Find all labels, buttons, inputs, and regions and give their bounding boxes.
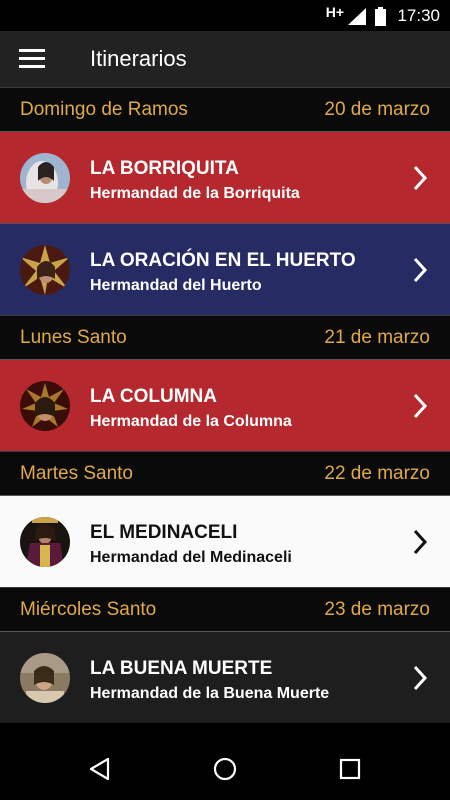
chevron-right-icon — [413, 665, 428, 691]
procession-avatar — [20, 517, 70, 567]
section-date: 20 de marzo — [324, 99, 430, 120]
battery-icon — [375, 7, 386, 26]
brotherhood-name: Hermandad de la Columna — [90, 413, 292, 430]
section-date: 22 de marzo — [324, 463, 430, 484]
chevron-right-icon — [413, 393, 428, 419]
procession-row-medinaceli[interactable]: EL MEDINACELI Hermandad del Medinaceli — [0, 495, 450, 587]
section-header: Domingo de Ramos 20 de marzo — [0, 87, 450, 131]
home-icon[interactable] — [213, 757, 237, 781]
section-date: 21 de marzo — [324, 327, 430, 348]
chevron-right-icon — [413, 529, 428, 555]
procession-name: LA COLUMNA — [90, 386, 217, 407]
section-header: Martes Santo 22 de marzo — [0, 451, 450, 495]
back-icon[interactable] — [88, 757, 112, 781]
chevron-right-icon — [413, 257, 428, 283]
system-nav-bar — [0, 740, 450, 800]
procession-avatar — [20, 653, 70, 703]
procession-row-borriquita[interactable]: LA BORRIQUITA Hermandad de la Borriquita — [0, 131, 450, 223]
procession-row-buena-muerte[interactable]: LA BUENA MUERTE Hermandad de la Buena Mu… — [0, 631, 450, 723]
status-bar: H+ 17:30 — [0, 0, 450, 31]
procession-name: LA BORRIQUITA — [90, 158, 239, 179]
network-type: H+ — [325, 4, 344, 20]
section-day: Miércoles Santo — [20, 599, 157, 620]
section-header: Miércoles Santo 23 de marzo — [0, 587, 450, 631]
brotherhood-name: Hermandad del Huerto — [90, 277, 262, 294]
app-bar: Itinerarios — [0, 31, 450, 87]
section-header: Lunes Santo 21 de marzo — [0, 315, 450, 359]
section-day: Lunes Santo — [20, 327, 127, 348]
procession-name: EL MEDINACELI — [90, 522, 238, 543]
brotherhood-name: Hermandad del Medinaceli — [90, 549, 292, 566]
procession-name: LA BUENA MUERTE — [90, 658, 273, 679]
menu-icon[interactable] — [19, 49, 45, 69]
procession-row-columna[interactable]: LA COLUMNA Hermandad de la Columna — [0, 359, 450, 451]
brotherhood-name: Hermandad de la Borriquita — [90, 185, 300, 202]
procession-name: LA ORACIÓN EN EL HUERTO — [90, 250, 356, 271]
procession-avatar — [20, 381, 70, 431]
section-date: 23 de marzo — [324, 599, 430, 620]
procession-avatar — [20, 153, 70, 203]
section-day: Domingo de Ramos — [20, 99, 188, 120]
page-title: Itinerarios — [90, 46, 187, 71]
chevron-right-icon — [413, 165, 428, 191]
clock: 17:30 — [397, 6, 440, 25]
signal-icon — [348, 8, 366, 25]
brotherhood-name: Hermandad de la Buena Muerte — [90, 685, 330, 702]
procession-avatar — [20, 245, 70, 295]
section-day: Martes Santo — [20, 463, 133, 484]
procession-row-huerto[interactable]: LA ORACIÓN EN EL HUERTO Hermandad del Hu… — [0, 223, 450, 315]
itinerary-list[interactable]: Domingo de Ramos 20 de marzo LA BORRIQUI… — [0, 87, 450, 723]
recents-icon[interactable] — [338, 757, 362, 781]
